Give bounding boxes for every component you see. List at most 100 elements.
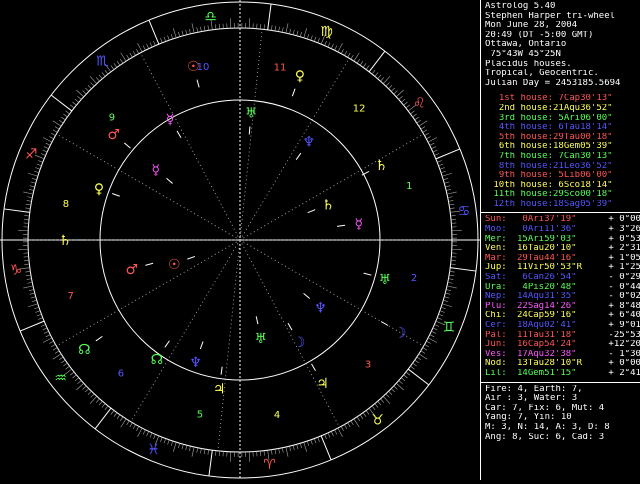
degree-tick <box>425 133 429 135</box>
degree-tick <box>66 366 70 369</box>
degree-tick <box>25 271 30 272</box>
degree-tick <box>360 61 363 65</box>
degree-tick <box>127 55 130 59</box>
degree-tick <box>328 433 330 438</box>
degree-tick <box>96 77 99 81</box>
planet-row: Pal:11Tau31'18" -25°53' <box>485 331 640 341</box>
degree-tick <box>53 354 61 359</box>
planet-latitude: + 2°31' <box>603 244 640 254</box>
degree-tick <box>83 386 87 389</box>
planet-pointer <box>187 256 195 259</box>
degree-tick <box>41 325 46 327</box>
degree-tick <box>32 178 37 179</box>
degree-tick <box>325 434 327 439</box>
degree-tick <box>389 85 393 89</box>
planet-pointer <box>337 225 345 226</box>
planet-name: Chi: <box>485 311 517 321</box>
degree-tick <box>372 70 375 74</box>
degree-tick <box>120 59 123 63</box>
summary-line: Air : 3, Water: 3 <box>485 394 640 404</box>
house-cusp-value: 6Sco18'14" <box>553 181 613 191</box>
degree-tick <box>83 91 87 94</box>
degree-tick <box>366 66 369 70</box>
degree-tick <box>399 96 403 99</box>
house-row: 10th house: 6Sco18'14" <box>485 181 640 191</box>
zodiac-sign-glyph: ♎ <box>204 9 217 25</box>
degree-tick <box>391 88 395 92</box>
zodiac-sign-glyph: ♍ <box>320 24 333 40</box>
zodiac-sign-glyph: ♊ <box>443 319 456 335</box>
degree-tick <box>271 25 272 30</box>
degree-tick <box>341 426 343 430</box>
degree-tick <box>91 83 94 87</box>
degree-tick <box>55 351 59 354</box>
house-label: 7th house: <box>485 152 553 162</box>
degree-tick <box>279 27 280 32</box>
degree-tick <box>449 275 454 276</box>
degree-tick <box>335 430 337 434</box>
degree-tick <box>215 24 216 29</box>
house-row: 3rd house: 5Ari06'00" <box>485 114 640 124</box>
degree-tick <box>53 348 57 351</box>
house-row: 11th house:29Sco00'18" <box>485 190 640 200</box>
planet-latitude: + 1°05' <box>603 254 640 264</box>
degree-tick <box>357 417 360 421</box>
degree-tick <box>363 63 366 67</box>
degree-tick <box>448 197 453 198</box>
degree-tick <box>314 439 316 444</box>
house-cusp-list: 1st house: 7Cap30'13"2nd house:21Aqu36'5… <box>485 94 640 209</box>
degree-tick <box>114 63 117 67</box>
degree-tick <box>53 121 61 126</box>
sign-cusp-line <box>369 51 385 72</box>
house-label: 6th house: <box>485 142 553 152</box>
planet-pointer <box>249 126 250 134</box>
zodiac-sign-glyph: ♋ <box>458 204 471 220</box>
degree-tick <box>413 114 417 117</box>
degree-tick <box>286 447 288 457</box>
house-number: 4 <box>274 410 280 421</box>
degree-tick <box>59 357 63 360</box>
summary-line: Yang: 7, Yin: 10 <box>485 413 640 423</box>
planet-glyph: ♄ <box>322 197 335 213</box>
degree-tick <box>348 53 351 57</box>
degree-tick <box>446 289 451 290</box>
planet-pointer <box>292 89 295 97</box>
degree-tick <box>430 335 434 337</box>
planet-glyph: ♅ <box>379 272 392 288</box>
degree-tick <box>445 186 450 187</box>
planet-row: Sun: 0Ari37'19" + 0°00' <box>485 215 640 225</box>
planet-name: Pal: <box>485 331 517 341</box>
house-cusp-line <box>240 134 424 240</box>
house-row: 1st house: 7Cap30'13" <box>485 94 640 104</box>
planet-glyph: ♄ <box>375 158 388 174</box>
degree-tick <box>24 215 29 216</box>
degree-tick <box>441 307 446 309</box>
planet-position: 22Sag14'26" <box>517 302 603 312</box>
degree-tick <box>401 378 405 381</box>
planet-pointer <box>112 193 120 196</box>
degree-tick <box>35 311 40 313</box>
degree-tick <box>307 34 309 39</box>
degree-tick <box>178 32 179 37</box>
planet-position-list: Sun: 0Ari37'19" + 0°00'Moo: 0Ari11'36" +… <box>485 215 640 378</box>
planet-position: 17Aqu32'38" <box>517 350 603 360</box>
zodiac-sign-glyph: ♉ <box>371 412 384 428</box>
degree-tick <box>279 448 280 453</box>
degree-tick <box>289 446 290 451</box>
degree-tick <box>61 117 65 120</box>
degree-tick <box>433 150 438 152</box>
degree-tick <box>446 189 451 190</box>
planet-row: Jup:11Vir50'53"R + 1°25' <box>485 263 640 273</box>
degree-tick <box>30 186 35 187</box>
house-label: 10th house: <box>485 181 553 191</box>
planet-row: Plu:22Sag14'26" + 8°48' <box>485 302 640 312</box>
degree-tick <box>130 53 133 57</box>
degree-tick <box>444 297 449 298</box>
degree-tick <box>99 75 102 79</box>
planet-latitude: + 6°40' <box>603 311 640 321</box>
degree-tick <box>192 447 194 457</box>
planet-latitude: + 0°53' <box>603 235 640 245</box>
degree-tick <box>335 46 337 50</box>
house-row: 8th house:21Leo36'52" <box>485 162 640 172</box>
planet-pointer <box>364 273 372 275</box>
